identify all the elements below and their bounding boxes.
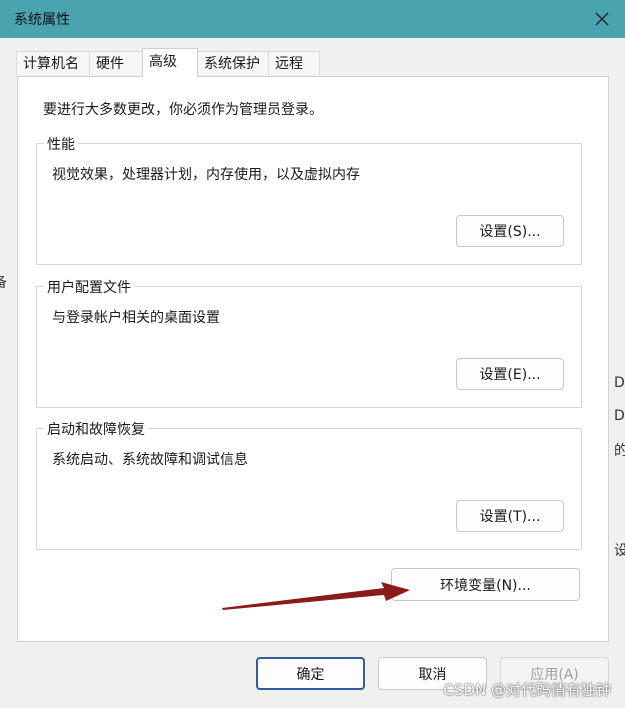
annotation-arrow bbox=[222, 582, 410, 610]
watermark: CSDN @对代码情有独钟 bbox=[443, 681, 611, 699]
tab-advanced[interactable]: 高级 bbox=[142, 48, 198, 77]
ok-button[interactable]: 确定 bbox=[256, 657, 365, 690]
